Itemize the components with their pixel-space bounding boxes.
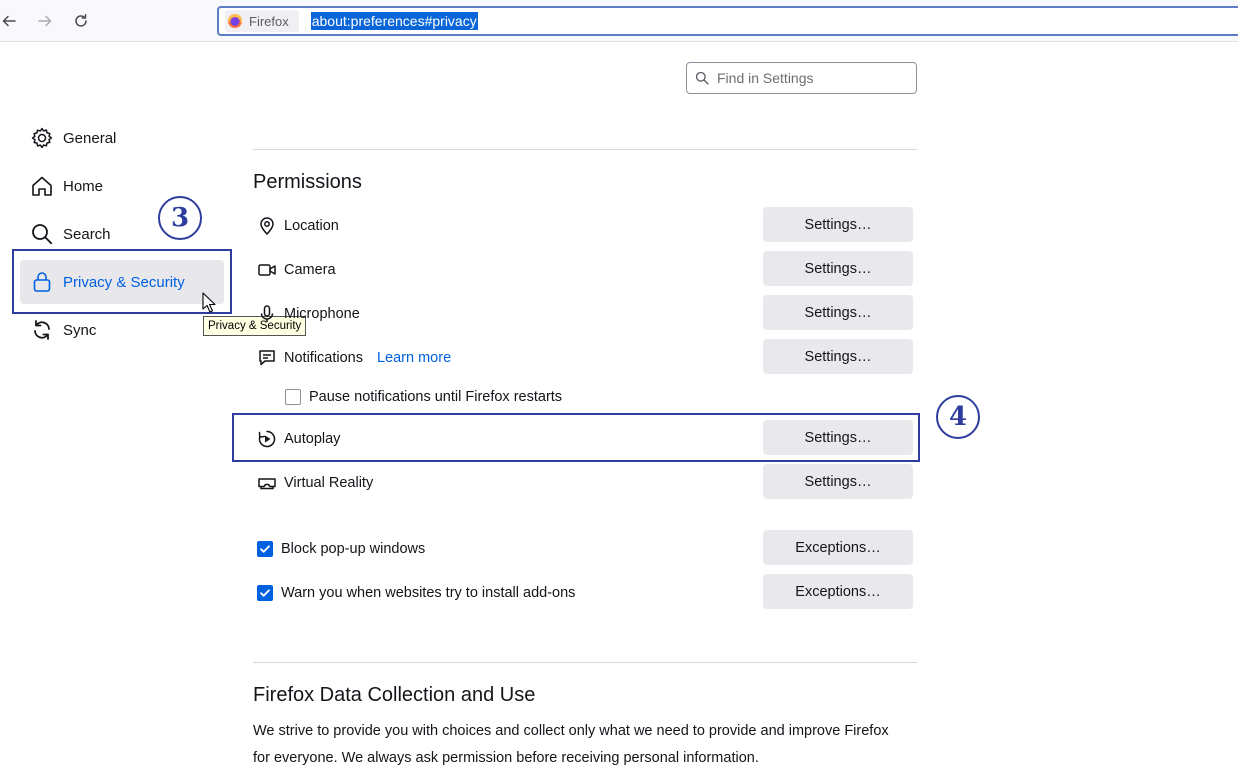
checkmark-icon: [260, 589, 270, 597]
sidebar-item-general[interactable]: General: [20, 116, 224, 160]
firefox-logo-icon: [228, 14, 242, 28]
block-popups-label: Block pop-up windows: [281, 541, 426, 557]
url-bar[interactable]: Firefox about:preferences#privacy: [217, 6, 1238, 36]
arrow-left-icon: [2, 15, 16, 27]
permission-camera: Camera: [256, 259, 336, 281]
annotation-step-4: 4: [936, 395, 980, 439]
identity-label: Firefox: [249, 13, 289, 29]
notifications-settings-button[interactable]: Settings…: [763, 339, 913, 374]
microphone-settings-button[interactable]: Settings…: [763, 295, 913, 330]
block-popups-option[interactable]: Block pop-up windows: [257, 538, 425, 560]
permission-virtual-reality: Virtual Reality: [256, 472, 373, 494]
settings-search[interactable]: [686, 62, 917, 94]
permission-label: Virtual Reality: [284, 475, 374, 491]
lock-icon: [30, 270, 54, 294]
sidebar-item-label: Sync: [63, 321, 97, 339]
autoplay-settings-button[interactable]: Settings…: [763, 420, 913, 455]
block-popups-checkbox[interactable]: [257, 541, 273, 557]
search-icon: [30, 222, 54, 246]
checkmark-icon: [260, 545, 270, 553]
notifications-learn-more-link[interactable]: Learn more: [377, 350, 451, 366]
permission-microphone: Microphone: [256, 303, 360, 325]
warn-addons-option[interactable]: Warn you when websites try to install ad…: [257, 582, 575, 604]
warn-addons-label: Warn you when websites try to install ad…: [281, 585, 576, 601]
gear-icon: [30, 126, 54, 150]
pause-notifications-checkbox[interactable]: [285, 389, 301, 405]
sidebar-item-label: Search: [63, 225, 111, 243]
sync-icon: [30, 318, 54, 342]
microphone-icon: [256, 303, 278, 325]
location-settings-button[interactable]: Settings…: [763, 207, 913, 242]
location-pin-icon: [256, 215, 278, 237]
block-popups-exceptions-button[interactable]: Exceptions…: [763, 530, 913, 565]
camera-icon: [256, 259, 278, 281]
reload-icon: [75, 14, 87, 27]
camera-settings-button[interactable]: Settings…: [763, 251, 913, 286]
identity-box[interactable]: Firefox: [225, 10, 299, 32]
pause-notifications-label: Pause notifications until Firefox restar…: [309, 389, 563, 405]
sidebar-item-privacy-security[interactable]: Privacy & Security: [20, 260, 224, 304]
sidebar-item-label: Home: [63, 177, 104, 195]
vr-headset-icon: [256, 472, 278, 494]
virtual-reality-settings-button[interactable]: Settings…: [763, 464, 913, 499]
permission-label: Notifications: [284, 350, 363, 366]
permission-autoplay: Autoplay: [256, 428, 340, 450]
search-icon: [695, 71, 709, 85]
notification-icon: [256, 347, 278, 369]
sidebar-item-sync[interactable]: Sync: [20, 308, 224, 352]
permission-label: Autoplay: [284, 431, 341, 447]
browser-toolbar: Firefox about:preferences#privacy: [0, 0, 1238, 42]
mouse-cursor-icon: [202, 292, 216, 313]
sidebar-item-label: General: [63, 129, 117, 147]
settings-search-input[interactable]: [715, 69, 905, 87]
reload-button[interactable]: [68, 8, 94, 34]
pause-notifications-option[interactable]: Pause notifications until Firefox restar…: [285, 386, 562, 408]
warn-addons-checkbox[interactable]: [257, 585, 273, 601]
back-button[interactable]: [0, 8, 22, 34]
permissions-heading: Permissions: [253, 171, 362, 193]
annotation-step-3: 3: [158, 196, 202, 240]
permission-label: Location: [284, 218, 339, 234]
permission-label: Camera: [284, 262, 336, 278]
section-divider: [253, 662, 917, 663]
sidebar-item-label: Privacy & Security: [63, 273, 185, 291]
arrow-right-icon: [38, 15, 52, 27]
permission-location: Location: [256, 215, 339, 237]
permission-notifications: Notifications Learn more: [256, 347, 451, 369]
permission-label: Microphone: [284, 306, 360, 322]
url-text[interactable]: about:preferences#privacy: [310, 12, 478, 30]
home-icon: [30, 174, 54, 198]
forward-button[interactable]: [32, 8, 58, 34]
data-collection-heading: Firefox Data Collection and Use: [253, 684, 536, 706]
warn-addons-exceptions-button[interactable]: Exceptions…: [763, 574, 913, 609]
autoplay-icon: [256, 428, 278, 450]
section-divider: [253, 149, 917, 150]
